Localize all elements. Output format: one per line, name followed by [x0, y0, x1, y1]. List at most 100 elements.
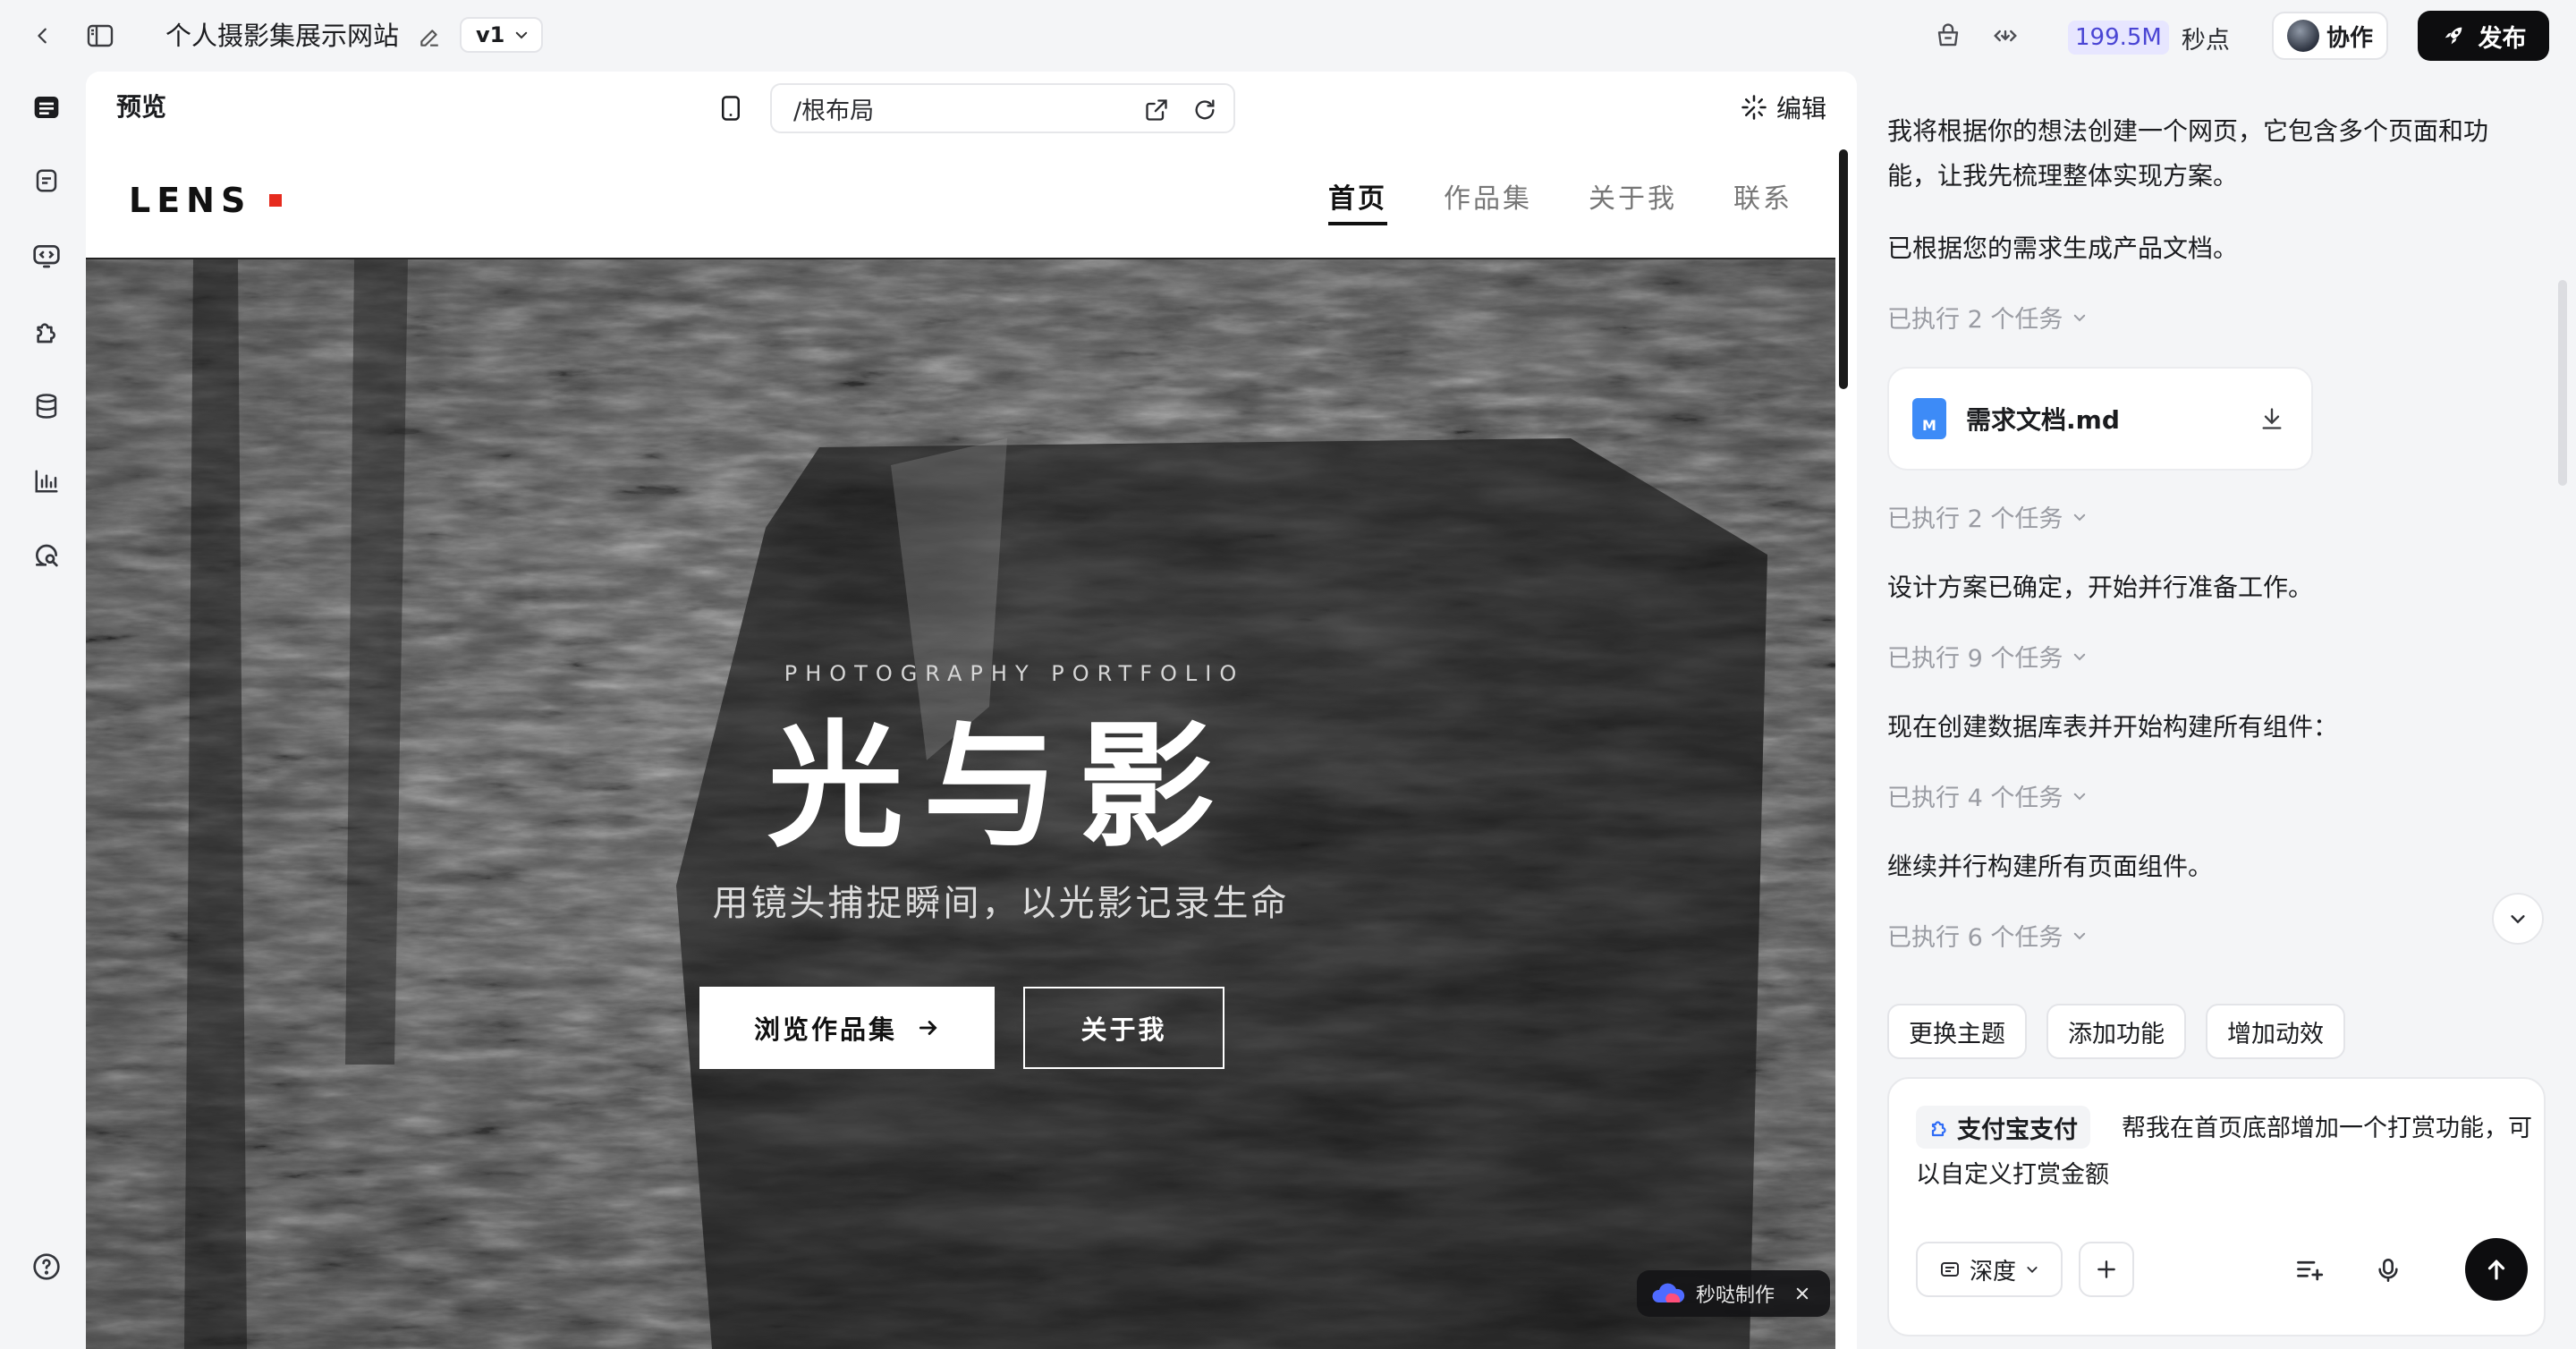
plus-icon	[2095, 1258, 2118, 1281]
message-composer[interactable]: 帮我在首页底部增加一个打赏功能，可以自定义打赏金额 支付宝支付 深度	[1887, 1077, 2546, 1336]
points-label: 秒点	[2181, 26, 2230, 55]
add-attachment-button[interactable]	[2079, 1242, 2134, 1297]
version-select[interactable]: v1	[460, 17, 543, 53]
site-nav-links: 首页 作品集 关于我 联系	[1328, 177, 1792, 225]
search-chat-icon[interactable]	[30, 540, 63, 573]
puzzle-icon[interactable]	[30, 315, 63, 347]
site-navbar: LENS 首页 作品集 关于我 联系	[86, 145, 1835, 259]
preview-panel: 预览 /根布局 编辑 LENS 首页 作品集 关于我 联系 PHOTOGRAPH…	[86, 72, 1857, 1349]
refresh-icon[interactable]	[1192, 98, 1217, 123]
browse-portfolio-button[interactable]: 浏览作品集	[699, 987, 995, 1069]
close-icon[interactable]	[1794, 1285, 1810, 1302]
url-bar[interactable]: /根布局	[770, 83, 1235, 133]
version-label: v1	[476, 22, 505, 47]
document-icon[interactable]	[30, 165, 63, 197]
alipay-tag[interactable]: 支付宝支付	[1916, 1106, 2090, 1149]
markdown-file-icon-letter: M	[1922, 417, 1936, 434]
top-bar: 个人摄影集展示网站 v1 199.5M 秒点 协作 发布	[0, 0, 2576, 72]
task-summary-toggle[interactable]: 已执行 6 个任务	[1887, 918, 2088, 953]
about-me-button[interactable]: 关于我	[1023, 987, 1224, 1069]
publish-label: 发布	[2478, 24, 2527, 53]
chat-message: 设计方案已确定，开始并行准备工作。	[1887, 573, 2314, 602]
preview-title: 预览	[116, 92, 167, 122]
chevron-down-icon	[2072, 928, 2088, 944]
chevron-down-icon	[2072, 649, 2088, 665]
alipay-tag-label: 支付宝支付	[1957, 1116, 2078, 1144]
collab-label: 协作	[2326, 24, 2373, 52]
suggestion-chip[interactable]: 更换主题	[1887, 1004, 2027, 1059]
rocket-icon	[2441, 23, 2466, 48]
bar-chart-icon[interactable]	[30, 465, 63, 497]
project-title: 个人摄影集展示网站	[165, 16, 441, 55]
avatar	[2286, 20, 2319, 52]
edit-button[interactable]: 编辑	[1741, 89, 1826, 125]
hero-title: 光与影	[767, 708, 1234, 866]
chat-message: 继续并行构建所有页面组件。	[1887, 852, 2214, 881]
chat-scrollbar[interactable]	[2558, 280, 2567, 486]
pencil-icon[interactable]	[418, 26, 441, 49]
hero-section: PHOTOGRAPHY PORTFOLIO 光与影 用镜头捕捉瞬间，以光影记录生…	[86, 259, 1835, 1349]
task-summary-toggle[interactable]: 已执行 2 个任务	[1887, 300, 2088, 335]
nav-link-contact[interactable]: 联系	[1733, 177, 1792, 225]
about-me-label: 关于我	[1080, 1014, 1167, 1045]
suggestion-chip[interactable]: 增加动效	[2206, 1004, 2345, 1059]
chat-panel: 我将根据你的想法创建一个网页，它包含多个页面和功能，让我先梳理整体实现方案。 已…	[1857, 72, 2576, 1349]
chevron-down-icon	[2025, 1262, 2039, 1277]
open-external-icon[interactable]	[1144, 98, 1169, 123]
preview-header: 预览 /根布局 编辑	[86, 72, 1857, 145]
hero-kicker: PHOTOGRAPHY PORTFOLIO	[784, 661, 1245, 686]
sidebar-toggle-icon[interactable]	[82, 18, 118, 54]
monitor-code-icon[interactable]	[30, 240, 63, 272]
mobile-device-icon[interactable]	[717, 95, 744, 122]
chat-message: 现在创建数据库表并开始构建所有组件：	[1887, 712, 2339, 742]
suggestion-chip[interactable]: 添加功能	[2046, 1004, 2186, 1059]
arrow-right-icon	[917, 1016, 940, 1039]
chevron-down-icon	[513, 27, 530, 43]
chevron-down-icon	[2508, 909, 2528, 929]
nav-link-portfolio[interactable]: 作品集	[1444, 177, 1532, 225]
file-card[interactable]: M 需求文档.md	[1887, 367, 2313, 471]
task-summary-label: 已执行 4 个任务	[1887, 785, 2063, 812]
project-title-text: 个人摄影集展示网站	[165, 21, 400, 51]
preview-scrollbar[interactable]	[1839, 149, 1848, 389]
left-rail	[0, 72, 86, 1349]
shop-icon[interactable]	[1930, 18, 1966, 54]
markdown-file-icon: M	[1912, 398, 1946, 439]
scroll-to-bottom-button[interactable]	[2492, 893, 2544, 945]
mode-icon	[1939, 1259, 1961, 1280]
points-value: 199.5M	[2068, 21, 2169, 55]
chat-message: 已根据您的需求生成产品文档。	[1887, 233, 2239, 263]
task-summary-toggle[interactable]: 已执行 9 个任务	[1887, 639, 2088, 674]
back-arrow-icon[interactable]	[25, 18, 61, 54]
url-text: /根布局	[793, 97, 875, 125]
mode-label: 深度	[1969, 1258, 2016, 1285]
hero-subtitle: 用镜头捕捉瞬间，以光影记录生命	[712, 883, 1290, 924]
microphone-icon[interactable]	[2368, 1251, 2408, 1290]
made-with-label: 秒哒制作	[1696, 1285, 1775, 1307]
site-logo-text: LENS	[129, 181, 252, 220]
task-summary-toggle[interactable]: 已执行 4 个任务	[1887, 778, 2088, 813]
site-logo[interactable]: LENS	[129, 181, 283, 220]
puzzle-icon	[1928, 1116, 1950, 1138]
nav-link-about[interactable]: 关于我	[1589, 177, 1677, 225]
made-with-badge[interactable]: 秒哒制作	[1637, 1270, 1830, 1317]
help-icon[interactable]	[30, 1251, 63, 1283]
sparkle-wand-icon	[1741, 94, 1767, 121]
send-button[interactable]	[2465, 1238, 2528, 1301]
chevron-down-icon	[2072, 509, 2088, 525]
mode-select[interactable]: 深度	[1916, 1242, 2063, 1297]
code-icon[interactable]	[1987, 18, 2023, 54]
task-summary-label: 已执行 6 个任务	[1887, 924, 2063, 952]
layers-icon[interactable]	[30, 91, 63, 123]
chevron-down-icon	[2072, 788, 2088, 804]
logo-accent-square	[269, 194, 283, 207]
task-summary-label: 已执行 2 个任务	[1887, 505, 2063, 533]
download-icon[interactable]	[2259, 406, 2284, 431]
task-summary-toggle[interactable]: 已执行 2 个任务	[1887, 499, 2088, 534]
edit-label: 编辑	[1775, 94, 1826, 123]
collab-button[interactable]: 协作	[2272, 12, 2388, 60]
prompt-enhance-icon[interactable]	[2290, 1251, 2329, 1290]
publish-button[interactable]: 发布	[2418, 11, 2549, 61]
database-icon[interactable]	[30, 390, 63, 422]
nav-link-home[interactable]: 首页	[1328, 177, 1387, 225]
